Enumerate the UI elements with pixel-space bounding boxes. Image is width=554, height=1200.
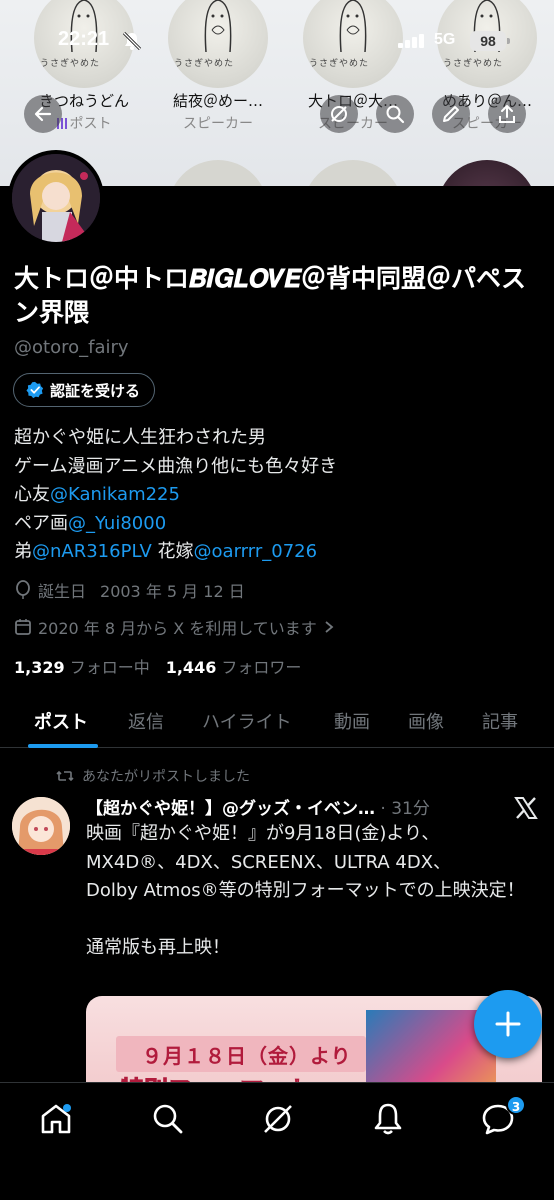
- balloon-icon: [16, 580, 30, 599]
- banner-avatar: [168, 160, 268, 186]
- bio-line: 超かぐや姫に人生狂わされた男: [14, 427, 266, 448]
- mention-link[interactable]: @oarrrr_0726: [194, 541, 318, 562]
- media-text: ９月１８日（金）より: [142, 1044, 352, 1068]
- repost-indicator: あなたがリポストしました: [56, 766, 250, 786]
- bio-label: 心友: [14, 484, 50, 505]
- banner-avatar: [303, 160, 403, 186]
- banner-caption: うさぎやめた: [174, 59, 235, 69]
- messages-badge: 3: [506, 1095, 526, 1115]
- compose-button[interactable]: [474, 990, 542, 1058]
- calendar-icon: [15, 619, 31, 635]
- bottom-nav: 3: [0, 1082, 554, 1200]
- grok-icon: [331, 106, 347, 122]
- chevron-right-icon: [325, 621, 334, 633]
- bio-label: ペア画: [14, 512, 68, 534]
- tab-replies[interactable]: 返信: [128, 708, 164, 734]
- tab-posts[interactable]: ポスト: [34, 708, 88, 734]
- grok-icon[interactable]: [260, 1101, 296, 1137]
- post-author-name[interactable]: 【超かぐや姫！】@グッズ・イベン…: [86, 799, 375, 819]
- network-type: 5G: [434, 31, 456, 48]
- active-tab-indicator: [28, 744, 98, 748]
- bio-line: 心友@Kanikam225: [14, 481, 337, 510]
- post-timestamp[interactable]: · 31分: [380, 799, 429, 819]
- battery-level: 98: [470, 31, 510, 51]
- share-icon: [499, 105, 515, 123]
- repost-icon: [56, 770, 74, 782]
- banner-name: 結夜＠めー…: [172, 92, 263, 110]
- verified-badge-icon: [26, 381, 44, 399]
- grok-button[interactable]: [320, 95, 358, 133]
- profile-avatar[interactable]: [8, 150, 104, 246]
- following-label: フォロー中: [69, 658, 150, 677]
- profile-tabs: ポスト 返信 ハイライト 動画 画像 記事: [0, 700, 554, 748]
- birthday-row: 誕生日 2003 年 5 月 12 日: [14, 578, 245, 602]
- birthday-label: 誕生日: [38, 582, 87, 601]
- x-logo-icon[interactable]: [514, 797, 538, 819]
- bio-line: 弟@nAR316PLV 花嫁@oarrrr_0726: [14, 538, 337, 567]
- post-text: 映画『超かぐや姫！』が9月18日(金)より、 MX4D®、4DX、SCREENX…: [86, 823, 525, 958]
- search-button[interactable]: [376, 95, 414, 133]
- bell-slash-icon: [122, 31, 142, 51]
- signal-icon: [398, 34, 424, 48]
- banner-avatar: [437, 160, 537, 186]
- tab-articles[interactable]: 記事: [482, 708, 518, 734]
- profile-display-name: 大トロ＠中トロ𝑩𝑰𝑮𝑳𝑶𝑽𝑬＠背中同盟＠パペスン界隈: [14, 264, 527, 327]
- mention-link[interactable]: @Kanikam225: [50, 484, 180, 505]
- banner-tile: うさぎやめた 結夜＠めー… スピーカー: [168, 0, 268, 133]
- status-time: 22:21: [58, 28, 110, 50]
- share-button[interactable]: [488, 95, 526, 133]
- follow-stats: 1,329 フォロー中 1,446 フォロワー: [14, 654, 301, 678]
- status-bar: 22:21 5G 98: [0, 26, 554, 56]
- banner-role: スピーカー: [183, 116, 253, 132]
- bio-label: 弟: [14, 541, 32, 562]
- plus-icon: [495, 1011, 521, 1037]
- bio-line: ペア画@_Yui8000: [14, 510, 337, 539]
- bio-line: ゲーム漫画アニメ曲漁り他にも色々好き: [14, 455, 338, 477]
- back-button[interactable]: [24, 95, 62, 133]
- repost-label: あなたがリポストしました: [82, 769, 250, 785]
- bio-label: 花嫁: [157, 541, 194, 562]
- banner-caption: うさぎやめた: [443, 59, 504, 69]
- get-verified-button[interactable]: 認証を受ける: [13, 373, 156, 407]
- tab-images[interactable]: 画像: [408, 708, 444, 734]
- following-count: 1,329: [14, 658, 65, 677]
- followers-count: 1,446: [165, 658, 217, 677]
- profile-bio: 超かぐや姫に人生狂わされた男 ゲーム漫画アニメ曲漁り他にも色々好き 心友@Kan…: [14, 424, 337, 567]
- get-verified-label: 認証を受ける: [50, 381, 141, 400]
- bell-icon[interactable]: [370, 1101, 406, 1137]
- birthday-value: 2003 年 5 月 12 日: [100, 582, 245, 601]
- search-icon[interactable]: [150, 1101, 186, 1137]
- post-author-avatar[interactable]: [12, 797, 70, 855]
- banner-caption: うさぎやめた: [309, 59, 370, 69]
- post-header: 【超かぐや姫！】@グッズ・イベン… · 31分: [86, 794, 466, 819]
- joined-text: 2020 年 8 月から X を利用しています: [38, 619, 317, 638]
- tab-videos[interactable]: 動画: [334, 708, 370, 734]
- mention-link[interactable]: @nAR316PLV: [32, 541, 152, 562]
- pencil-icon: [443, 106, 459, 122]
- arrow-left-icon: [34, 106, 52, 122]
- tab-highlights[interactable]: ハイライト: [202, 708, 292, 734]
- followers-link[interactable]: 1,446 フォロワー: [166, 654, 302, 678]
- following-link[interactable]: 1,329 フォロー中: [14, 654, 150, 678]
- search-icon: [386, 105, 405, 124]
- banner-caption: うさぎやめた: [40, 59, 101, 69]
- joined-row[interactable]: 2020 年 8 月から X を利用しています: [14, 615, 335, 639]
- home-icon[interactable]: [38, 1101, 74, 1137]
- avatar-image: [12, 154, 100, 242]
- avatar-image: [12, 797, 70, 855]
- profile-handle: @otoro_fairy: [14, 337, 129, 358]
- followers-label: フォロワー: [221, 658, 302, 677]
- mention-link[interactable]: @_Yui8000: [68, 513, 166, 534]
- edit-button[interactable]: [432, 95, 470, 133]
